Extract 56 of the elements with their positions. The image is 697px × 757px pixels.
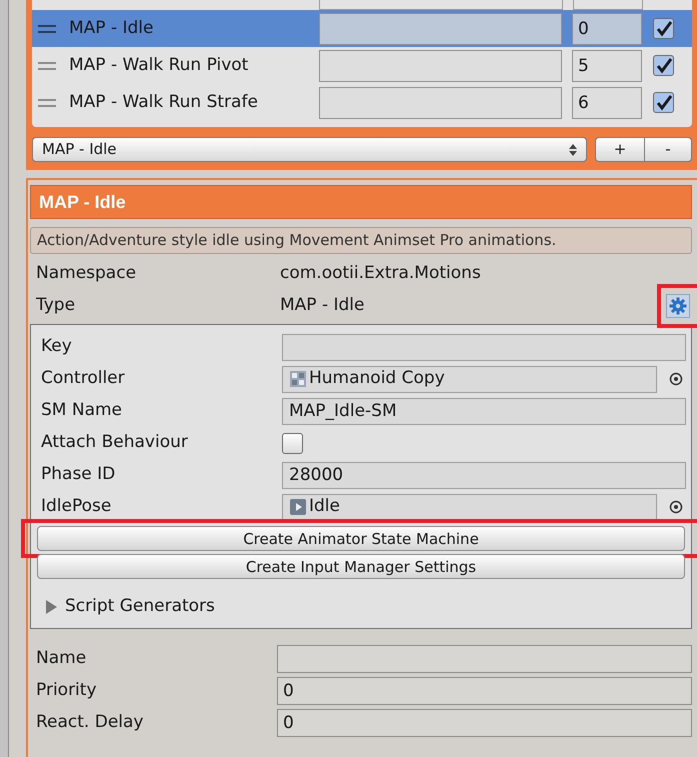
collapsed-triangle-icon bbox=[45, 600, 59, 614]
field-label: Namespace bbox=[36, 262, 138, 286]
checkbox[interactable] bbox=[653, 92, 674, 113]
checkbox[interactable] bbox=[653, 18, 674, 39]
controller-icon bbox=[289, 370, 307, 388]
field-label: Key bbox=[41, 335, 73, 358]
field-label: SM Name bbox=[41, 399, 124, 422]
list-row[interactable]: MAP - Walk Run Strafe 6 bbox=[32, 84, 692, 121]
checkbox[interactable] bbox=[282, 432, 303, 454]
action-button[interactable]: Create Input Manager Settings bbox=[37, 554, 685, 579]
motion-title: MAP - Idle bbox=[30, 185, 692, 219]
motion-description: Action/Adventure style idle using Movement Animset Pro animations. bbox=[30, 227, 692, 254]
input-field[interactable] bbox=[319, 86, 562, 118]
input-field[interactable] bbox=[319, 50, 562, 82]
settings-icon bbox=[669, 297, 687, 315]
field-label: Controller bbox=[41, 367, 126, 390]
dropdown-arrows-icon bbox=[569, 144, 577, 156]
priority-field[interactable]: 6 bbox=[572, 86, 642, 118]
foldout[interactable]: Script Generators bbox=[45, 594, 691, 620]
input-field[interactable]: 0 bbox=[277, 676, 692, 704]
remove-button[interactable]: - bbox=[645, 137, 692, 162]
field-label: Name bbox=[36, 646, 88, 670]
motion-name: MAP - Idle bbox=[69, 16, 154, 40]
motion-name: MAP - Walk Run Pivot bbox=[69, 54, 250, 77]
clip-icon bbox=[289, 498, 307, 516]
object-picker-icon[interactable] bbox=[669, 372, 683, 386]
object-field[interactable]: Humanoid Copy bbox=[282, 366, 657, 392]
field-label: Priority bbox=[36, 678, 98, 702]
checkbox[interactable] bbox=[653, 55, 674, 76]
field-label: React. Delay bbox=[36, 710, 144, 734]
add-button[interactable]: + bbox=[595, 137, 645, 162]
priority-field[interactable]: 0 bbox=[572, 12, 642, 44]
input-field[interactable] bbox=[282, 334, 686, 360]
motion-name: MAP - Walk Run Strafe bbox=[69, 90, 259, 114]
dropdown[interactable]: MAP - Idle bbox=[32, 137, 587, 162]
drag-handle-icon[interactable] bbox=[37, 24, 57, 34]
settings-button[interactable] bbox=[666, 294, 690, 318]
field-label: Type bbox=[36, 294, 76, 318]
list-row[interactable]: MAP - Idle 0 bbox=[32, 10, 692, 47]
field-value: com.ootii.Extra.Motions bbox=[280, 262, 482, 286]
priority-field[interactable]: 5 bbox=[572, 50, 642, 82]
field-label: Attach Behaviour bbox=[41, 431, 189, 454]
input-field[interactable] bbox=[277, 644, 692, 672]
input-field[interactable]: 28000 bbox=[282, 462, 686, 488]
drag-handle-icon[interactable] bbox=[37, 60, 57, 70]
input-field[interactable]: MAP_Idle-SM bbox=[282, 398, 686, 424]
action-button[interactable]: Create Animator State Machine bbox=[37, 526, 685, 551]
object-picker-icon[interactable] bbox=[669, 500, 683, 514]
field-label: Phase ID bbox=[41, 463, 116, 486]
field-label: IdlePose bbox=[41, 495, 112, 518]
list-row[interactable]: MAP - Walk Run Pivot 5 bbox=[32, 47, 692, 84]
input-field[interactable]: 0 bbox=[277, 708, 692, 736]
object-field[interactable]: Idle bbox=[282, 494, 657, 520]
input-field[interactable] bbox=[319, 12, 562, 44]
drag-handle-icon[interactable] bbox=[37, 98, 57, 108]
field-value: MAP - Idle bbox=[280, 294, 366, 318]
